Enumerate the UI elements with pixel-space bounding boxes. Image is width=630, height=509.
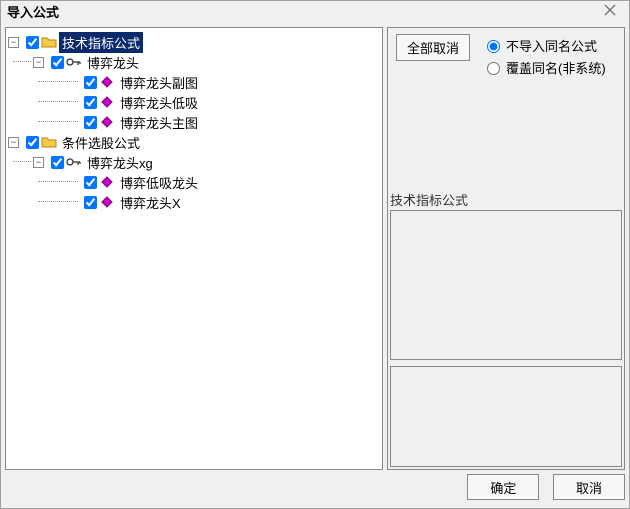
import-formula-dialog: 导入公式 − 技术指标公式 − 博 (0, 0, 630, 509)
folder-icon (41, 34, 57, 50)
radio-overwrite-same-name[interactable] (487, 62, 500, 75)
radio-label: 不导入同名公式 (506, 36, 597, 55)
tree-node-formula[interactable]: 博弈龙头低吸 (8, 92, 380, 112)
tree-node-formula[interactable]: 博弈龙头X (8, 192, 380, 212)
side-panel: 全部取消 不导入同名公式 覆盖同名(非系统) 技术指标公式 (387, 27, 625, 470)
window-title: 导入公式 (7, 5, 59, 20)
tree-node-formula[interactable]: 博弈低吸龙头 (8, 172, 380, 192)
formula-icon (99, 114, 115, 130)
key-icon (66, 54, 82, 70)
tree-checkbox[interactable] (84, 96, 97, 109)
tree-checkbox[interactable] (84, 76, 97, 89)
close-icon (604, 4, 616, 16)
deselect-all-button[interactable]: 全部取消 (396, 34, 470, 61)
tree-node-category[interactable]: − 条件选股公式 (8, 132, 380, 152)
tree-node-formula[interactable]: 博弈龙头主图 (8, 112, 380, 132)
tree-node-formula[interactable]: 博弈龙头副图 (8, 72, 380, 92)
tree-label[interactable]: 博弈低吸龙头 (117, 172, 201, 193)
tree-label[interactable]: 技术指标公式 (59, 32, 143, 53)
close-button[interactable] (593, 1, 627, 23)
formula-icon (99, 74, 115, 90)
formula-icon (99, 174, 115, 190)
formula-icon (99, 94, 115, 110)
tree-label[interactable]: 博弈龙头低吸 (117, 92, 201, 113)
source-box (390, 366, 622, 467)
key-icon (66, 154, 82, 170)
tree-checkbox[interactable] (84, 116, 97, 129)
tree-label[interactable]: 博弈龙头 (84, 52, 142, 73)
tree-checkbox[interactable] (26, 36, 39, 49)
collapse-icon[interactable]: − (8, 37, 19, 48)
current-category-label: 技术指标公式 (390, 190, 468, 209)
tree-label[interactable]: 博弈龙头xg (84, 152, 156, 173)
tree-checkbox[interactable] (84, 196, 97, 209)
radio-label: 覆盖同名(非系统) (506, 58, 606, 77)
tree-label[interactable]: 博弈龙头X (117, 192, 184, 213)
folder-icon (41, 134, 57, 150)
tree-node-group[interactable]: − 博弈龙头xg (8, 152, 380, 172)
titlebar: 导入公式 (1, 1, 629, 25)
cancel-button[interactable]: 取消 (553, 474, 625, 500)
tree-checkbox[interactable] (51, 56, 64, 69)
collapse-icon[interactable]: − (8, 137, 19, 148)
formula-icon (99, 194, 115, 210)
tree-checkbox[interactable] (26, 136, 39, 149)
tree-label[interactable]: 条件选股公式 (59, 132, 143, 153)
tree-node-category[interactable]: − 技术指标公式 (8, 32, 380, 52)
collapse-icon[interactable]: − (33, 57, 44, 68)
content-area: − 技术指标公式 − 博弈龙头 博弈龙头副图 (5, 27, 625, 470)
tree-label[interactable]: 博弈龙头主图 (117, 112, 201, 133)
radio-skip-same-name[interactable] (487, 40, 500, 53)
ok-button[interactable]: 确定 (467, 474, 539, 500)
bottom-bar: 确定 取消 (5, 474, 625, 504)
tree-label[interactable]: 博弈龙头副图 (117, 72, 201, 93)
tree-checkbox[interactable] (51, 156, 64, 169)
tree-checkbox[interactable] (84, 176, 97, 189)
tree-node-group[interactable]: − 博弈龙头 (8, 52, 380, 72)
import-mode-radios: 不导入同名公式 覆盖同名(非系统) (482, 34, 606, 78)
formula-tree[interactable]: − 技术指标公式 − 博弈龙头 博弈龙头副图 (5, 27, 383, 470)
description-box (390, 210, 622, 360)
collapse-icon[interactable]: − (33, 157, 44, 168)
